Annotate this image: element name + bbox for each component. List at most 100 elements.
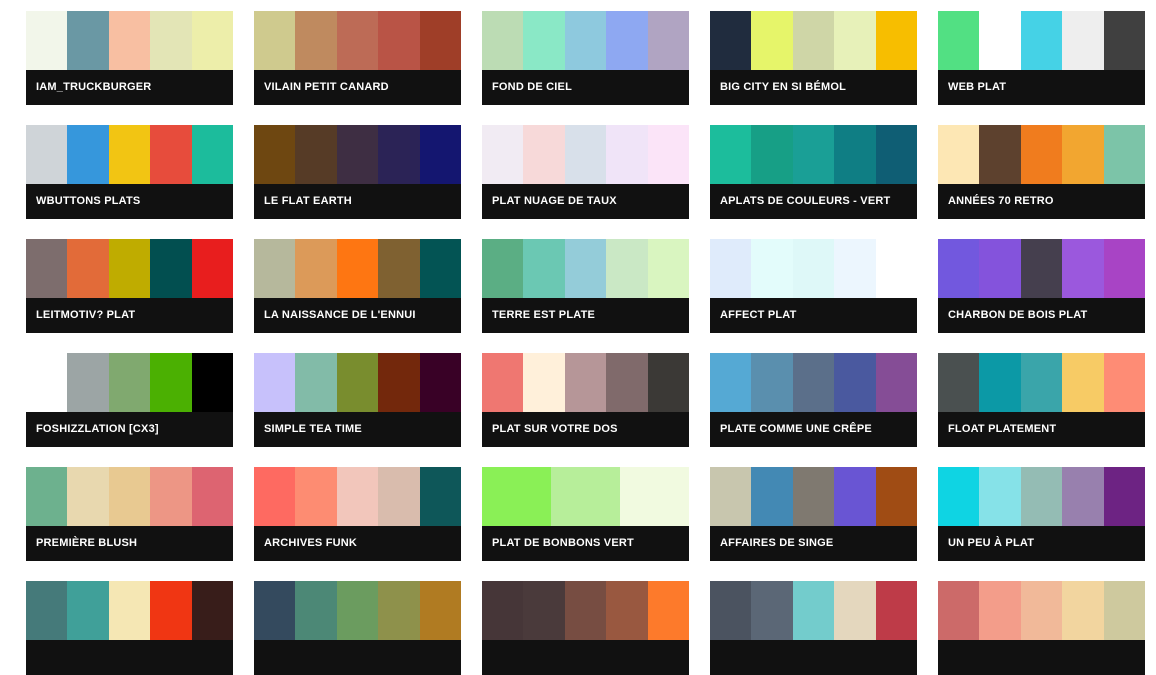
color-swatch[interactable] bbox=[482, 353, 524, 412]
palette-card[interactable]: ARCHIVES FUNK bbox=[254, 467, 462, 561]
color-swatch[interactable] bbox=[295, 239, 337, 298]
color-swatch[interactable] bbox=[834, 353, 876, 412]
color-swatch[interactable] bbox=[606, 581, 648, 640]
palette-swatches[interactable] bbox=[26, 353, 234, 412]
color-swatch[interactable] bbox=[938, 239, 980, 298]
palette-swatches[interactable] bbox=[26, 11, 234, 70]
color-swatch[interactable] bbox=[295, 581, 337, 640]
color-swatch[interactable] bbox=[108, 467, 151, 526]
color-swatch[interactable] bbox=[1062, 239, 1104, 298]
color-swatch[interactable] bbox=[792, 581, 835, 640]
palette-card[interactable]: AFFECT PLAT bbox=[710, 239, 918, 333]
color-swatch[interactable] bbox=[482, 467, 551, 526]
color-swatch[interactable] bbox=[1103, 581, 1146, 640]
palette-swatches[interactable] bbox=[482, 125, 690, 184]
color-swatch[interactable] bbox=[108, 353, 151, 412]
palette-card[interactable]: LEITMOTIV? PLAT bbox=[26, 239, 234, 333]
color-swatch[interactable] bbox=[1103, 125, 1146, 184]
color-swatch[interactable] bbox=[938, 581, 980, 640]
color-swatch[interactable] bbox=[606, 11, 648, 70]
color-swatch[interactable] bbox=[647, 239, 690, 298]
color-swatch[interactable] bbox=[1020, 125, 1063, 184]
color-swatch[interactable] bbox=[482, 581, 524, 640]
palette-card[interactable] bbox=[26, 581, 234, 675]
color-swatch[interactable] bbox=[295, 353, 337, 412]
color-swatch[interactable] bbox=[191, 353, 234, 412]
palette-swatches[interactable] bbox=[482, 239, 690, 298]
color-swatch[interactable] bbox=[564, 353, 607, 412]
palette-card[interactable]: IAM_TRUCKBURGER bbox=[26, 11, 234, 105]
color-swatch[interactable] bbox=[26, 467, 68, 526]
color-swatch[interactable] bbox=[108, 239, 151, 298]
color-swatch[interactable] bbox=[254, 239, 296, 298]
palette-swatches[interactable] bbox=[938, 11, 1146, 70]
color-swatch[interactable] bbox=[150, 353, 192, 412]
palette-swatches[interactable] bbox=[710, 353, 918, 412]
palette-card[interactable]: FLOAT PLATEMENT bbox=[938, 353, 1146, 447]
color-swatch[interactable] bbox=[606, 239, 648, 298]
color-swatch[interactable] bbox=[751, 11, 793, 70]
color-swatch[interactable] bbox=[834, 467, 876, 526]
color-swatch[interactable] bbox=[26, 11, 68, 70]
color-swatch[interactable] bbox=[979, 239, 1021, 298]
color-swatch[interactable] bbox=[875, 581, 918, 640]
color-swatch[interactable] bbox=[336, 581, 379, 640]
color-swatch[interactable] bbox=[834, 581, 876, 640]
color-swatch[interactable] bbox=[564, 581, 607, 640]
color-swatch[interactable] bbox=[751, 239, 793, 298]
color-swatch[interactable] bbox=[564, 11, 607, 70]
palette-swatches[interactable] bbox=[254, 581, 462, 640]
palette-swatches[interactable] bbox=[938, 353, 1146, 412]
color-swatch[interactable] bbox=[150, 11, 192, 70]
palette-card[interactable]: PLAT DE BONBONS VERT bbox=[482, 467, 689, 561]
color-swatch[interactable] bbox=[792, 353, 835, 412]
color-swatch[interactable] bbox=[191, 239, 234, 298]
color-swatch[interactable] bbox=[67, 239, 109, 298]
color-swatch[interactable] bbox=[938, 11, 980, 70]
color-swatch[interactable] bbox=[792, 125, 835, 184]
color-swatch[interactable] bbox=[606, 353, 648, 412]
color-swatch[interactable] bbox=[108, 125, 151, 184]
palette-swatches[interactable] bbox=[938, 467, 1146, 526]
color-swatch[interactable] bbox=[751, 125, 793, 184]
palette-card[interactable]: LA NAISSANCE DE L'ENNUI bbox=[254, 239, 462, 333]
color-swatch[interactable] bbox=[710, 11, 752, 70]
color-swatch[interactable] bbox=[419, 11, 462, 70]
color-swatch[interactable] bbox=[523, 239, 565, 298]
color-swatch[interactable] bbox=[1062, 353, 1104, 412]
palette-swatches[interactable] bbox=[710, 581, 918, 640]
color-swatch[interactable] bbox=[523, 353, 565, 412]
color-swatch[interactable] bbox=[482, 125, 524, 184]
color-swatch[interactable] bbox=[295, 467, 337, 526]
color-swatch[interactable] bbox=[834, 11, 876, 70]
palette-card[interactable]: FOND DE CIEL bbox=[482, 11, 690, 105]
palette-swatches[interactable] bbox=[938, 239, 1146, 298]
color-swatch[interactable] bbox=[751, 353, 793, 412]
color-swatch[interactable] bbox=[938, 467, 980, 526]
palette-swatches[interactable] bbox=[482, 11, 690, 70]
color-swatch[interactable] bbox=[751, 581, 793, 640]
palette-swatches[interactable] bbox=[254, 239, 462, 298]
color-swatch[interactable] bbox=[191, 125, 234, 184]
color-swatch[interactable] bbox=[1020, 467, 1063, 526]
palette-swatches[interactable] bbox=[710, 125, 918, 184]
palette-card[interactable]: PLAT NUAGE DE TAUX bbox=[482, 125, 690, 219]
color-swatch[interactable] bbox=[336, 11, 379, 70]
palette-swatches[interactable] bbox=[482, 581, 690, 640]
palette-swatches[interactable] bbox=[254, 467, 462, 526]
color-swatch[interactable] bbox=[150, 125, 192, 184]
color-swatch[interactable] bbox=[419, 581, 462, 640]
palette-swatches[interactable] bbox=[254, 353, 462, 412]
color-swatch[interactable] bbox=[875, 353, 918, 412]
palette-card[interactable]: PREMIÈRE BLUSH bbox=[26, 467, 234, 561]
color-swatch[interactable] bbox=[108, 11, 151, 70]
color-swatch[interactable] bbox=[378, 467, 420, 526]
color-swatch[interactable] bbox=[1062, 581, 1104, 640]
color-swatch[interactable] bbox=[295, 125, 337, 184]
palette-card[interactable]: ANNÉES 70 RETRO bbox=[938, 125, 1146, 219]
color-swatch[interactable] bbox=[254, 467, 296, 526]
color-swatch[interactable] bbox=[150, 467, 192, 526]
color-swatch[interactable] bbox=[1062, 125, 1104, 184]
color-swatch[interactable] bbox=[419, 239, 462, 298]
color-swatch[interactable] bbox=[647, 581, 690, 640]
